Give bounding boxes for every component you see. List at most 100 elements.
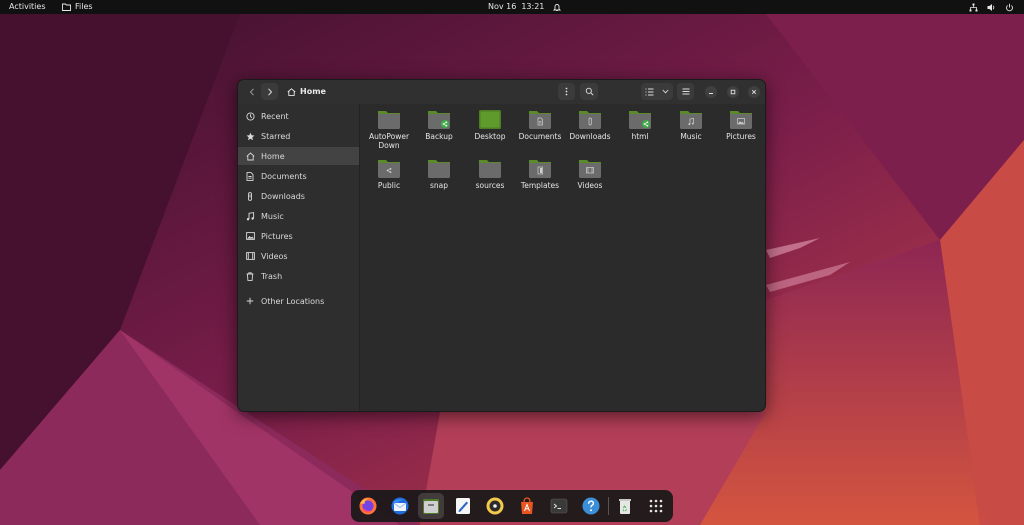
app-center-icon: [521, 497, 533, 514]
activities-button[interactable]: Activities: [9, 0, 46, 14]
minimize-icon: [709, 93, 713, 94]
date-text: Nov 16: [488, 2, 517, 11]
view-toggle-button[interactable]: [641, 83, 673, 100]
folder-item-downloads[interactable]: Downloads: [565, 109, 615, 155]
dock-item-thunderbird[interactable]: [387, 493, 413, 519]
folder-item-templates[interactable]: Templates: [515, 158, 565, 204]
sidebar-item-label: Home: [261, 151, 285, 161]
folder-item-documents[interactable]: Documents: [515, 109, 565, 155]
folder-label: sources: [475, 181, 505, 190]
path-segment-home[interactable]: Home: [300, 87, 326, 96]
picture-icon: [245, 232, 255, 240]
folder-item-videos[interactable]: Videos: [565, 158, 615, 204]
clock-icon: [245, 111, 255, 121]
file-grid: AutoPower Down Backup Desktop Documents …: [360, 104, 765, 411]
folder-item-music[interactable]: Music: [666, 109, 716, 155]
dock-item-terminal[interactable]: [546, 493, 572, 519]
sidebar-item-label: Starred: [261, 131, 291, 141]
text-editor-icon: [456, 498, 470, 514]
dock-separator: [608, 497, 609, 515]
firefox-icon: [359, 497, 377, 515]
time-text: 13:21: [521, 2, 545, 11]
show-apps-icon: [649, 499, 663, 513]
music-folder-icon: [680, 111, 702, 129]
main-menu-button[interactable]: [677, 83, 694, 100]
sidebar-item-pictures[interactable]: Pictures: [238, 227, 359, 245]
dock-item-trash[interactable]: [612, 493, 638, 519]
home-icon: [246, 151, 254, 160]
folder-item-desktop[interactable]: Desktop: [465, 109, 515, 155]
music-icon: [246, 211, 254, 220]
rhythmbox-icon: [486, 497, 504, 515]
documents-folder-icon: [529, 111, 551, 129]
sidebar-item-home[interactable]: Home: [238, 147, 359, 165]
chevron-down-icon: [662, 89, 669, 94]
home-icon: [287, 87, 296, 96]
document-icon: [246, 171, 254, 181]
maximize-button[interactable]: [727, 86, 739, 98]
close-icon: [751, 89, 757, 95]
dock-item-firefox[interactable]: [355, 493, 381, 519]
sidebar-item-trash[interactable]: Trash: [238, 267, 359, 285]
back-button[interactable]: [243, 83, 260, 100]
list-view-icon: [645, 88, 654, 95]
trash-icon: [246, 271, 254, 281]
dock-item-text-editor[interactable]: [450, 493, 476, 519]
sidebar-item-videos[interactable]: Videos: [238, 247, 359, 265]
folder-label: Templates: [520, 181, 560, 190]
sidebar-item-label: Music: [261, 211, 284, 221]
terminal-icon: [550, 498, 568, 514]
folder-icon: [479, 160, 501, 178]
desktop-folder-icon: [479, 110, 501, 129]
folder-item-autopower-down[interactable]: AutoPower Down: [364, 109, 414, 155]
dock-item-show-apps[interactable]: [643, 493, 669, 519]
clock-button[interactable]: Nov 16 13:21: [488, 0, 562, 14]
sidebar-item-other-locations[interactable]: Other Locations: [238, 292, 359, 310]
forward-button[interactable]: [261, 83, 278, 100]
volume-icon: [987, 3, 995, 11]
folder-label: Backup: [425, 132, 453, 141]
folder-label: AutoPower Down: [368, 132, 410, 150]
folder-label: html: [631, 132, 649, 141]
more-options-button[interactable]: [558, 83, 575, 100]
dock-item-rhythmbox[interactable]: [482, 493, 508, 519]
top-bar: Activities Files Nov 16 13:21: [0, 0, 1024, 14]
folder-item-backup[interactable]: Backup: [414, 109, 464, 155]
dock-item-files[interactable]: [418, 493, 444, 519]
folder-item-snap[interactable]: snap: [414, 158, 464, 204]
app-menu[interactable]: Files: [62, 0, 93, 14]
sidebar-item-documents[interactable]: Documents: [238, 167, 359, 185]
close-button[interactable]: [748, 86, 760, 98]
sidebar: Recent Starred Home Documents Downloads …: [238, 104, 360, 411]
thunderbird-icon: [391, 497, 409, 515]
sidebar-item-label: Videos: [261, 251, 288, 261]
sidebar-item-downloads[interactable]: Downloads: [238, 187, 359, 205]
folder-label: Pictures: [726, 132, 756, 141]
chevron-right-icon: [267, 87, 272, 96]
sidebar-item-label: Documents: [261, 171, 307, 181]
videos-folder-icon: [579, 160, 601, 178]
star-icon: [246, 132, 254, 140]
sidebar-item-music[interactable]: Music: [238, 207, 359, 225]
folder-label: snap: [429, 181, 449, 190]
files-icon: [423, 499, 439, 514]
templates-folder-icon: [529, 160, 551, 178]
dock-item-app-center[interactable]: [514, 493, 540, 519]
sidebar-item-recent[interactable]: Recent: [238, 107, 359, 125]
folder-item-html[interactable]: html: [615, 109, 665, 155]
system-tray[interactable]: [969, 0, 1014, 14]
header-bar: Home: [238, 80, 765, 105]
search-button[interactable]: [580, 83, 598, 100]
minimize-button[interactable]: [705, 86, 717, 98]
folder-label: Downloads: [569, 132, 611, 141]
sidebar-item-starred[interactable]: Starred: [238, 127, 359, 145]
sidebar-item-label: Trash: [261, 271, 283, 281]
path-bar[interactable]: Home: [283, 83, 583, 100]
dock-item-help[interactable]: [578, 493, 604, 519]
hamburger-menu-icon: [682, 88, 689, 95]
public-folder-icon: [378, 160, 400, 178]
pictures-folder-icon: [730, 111, 752, 129]
folder-item-pictures[interactable]: Pictures: [716, 109, 765, 155]
folder-item-sources[interactable]: sources: [465, 158, 515, 204]
folder-item-public[interactable]: Public: [364, 158, 414, 204]
